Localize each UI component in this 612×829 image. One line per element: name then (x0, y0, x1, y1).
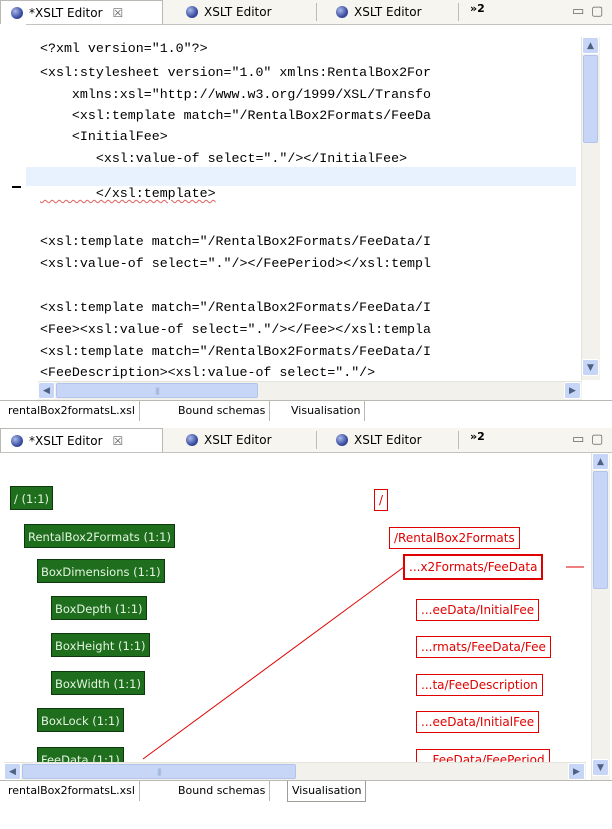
tab-xslt-editor-3[interactable]: XSLT Editor (326, 428, 422, 452)
xslt-template-feedata[interactable]: ...x2Formats/FeeData (403, 554, 544, 580)
tab-label: XSLT Editor (204, 5, 272, 19)
source-node-boxheight[interactable]: BoxHeight (1:1) (51, 633, 150, 657)
xslt-file-icon (11, 434, 23, 447)
xslt-template-root[interactable]: / (374, 489, 389, 511)
scroll-right-button[interactable]: ▶ (568, 763, 585, 780)
xslt-template-feedescription[interactable]: ...ta/FeeDescription (416, 674, 543, 696)
tab-label: XSLT Editor (354, 5, 422, 19)
code-line: <xsl:template match="/RentalBox2Formats/… (40, 234, 431, 249)
maximize-icon[interactable]: ▢ (591, 4, 603, 19)
tab-label: *XSLT Editor (29, 5, 103, 20)
source-node-rentalbox2formats[interactable]: RentalBox2Formats (1:1) (24, 524, 175, 548)
xslt-template-initialfee[interactable]: ...eeData/InitialFee (416, 599, 540, 621)
tab-label: *XSLT Editor (29, 433, 103, 448)
scroll-thumb[interactable]: ||| (22, 764, 296, 779)
scroll-thumb[interactable] (593, 471, 608, 589)
change-marker (12, 186, 21, 188)
code-line: <xsl:template match="/RentalBox2Formats/… (40, 344, 431, 359)
bottom-editor-panel: *XSLT Editor ☒ XSLT Editor XSLT Editor »… (0, 428, 612, 829)
code-line: <xsl:stylesheet version="1.0" xmlns:Rent… (40, 65, 431, 80)
vertical-scrollbar[interactable]: ▲ ▼ (591, 453, 610, 780)
mapping-link-feedata (142, 566, 405, 760)
code-line: </xsl:template> (40, 186, 216, 201)
tab-xslt-editor-dirty[interactable]: *XSLT Editor ☒ (0, 428, 163, 452)
scroll-thumb[interactable]: ||| (56, 383, 258, 398)
minimize-icon[interactable]: ▭ (572, 4, 584, 19)
scroll-right-button[interactable]: ▶ (564, 382, 581, 399)
close-icon[interactable]: ☒ (113, 434, 124, 448)
tab-visualisation[interactable]: Visualisation (287, 401, 366, 421)
tab-bound-schemas[interactable]: Bound schemas (174, 781, 271, 801)
scroll-down-button[interactable]: ▼ (582, 359, 599, 376)
tab-label: XSLT Editor (204, 433, 272, 447)
tab-divider (458, 431, 459, 449)
bottom-editor-page-tabs: rentalBox2formatsL.xsl Bound schemas Vis… (0, 780, 612, 803)
code-line: <xsl:template match="/RentalBox2Formats/… (40, 300, 431, 315)
scroll-up-button[interactable]: ▲ (582, 37, 599, 54)
xslt-file-icon (336, 6, 348, 18)
minimize-icon[interactable]: ▭ (572, 432, 584, 447)
scroll-thumb[interactable] (583, 55, 598, 143)
code-line: xmlns:xsl="http://www.w3.org/1999/XSL/Tr… (40, 87, 431, 102)
xslt-template-fee[interactable]: ...rmats/FeeData/Fee (416, 636, 551, 658)
tab-source[interactable]: rentalBox2formatsL.xsl (4, 401, 140, 421)
xslt-file-icon (186, 6, 198, 18)
tab-divider (316, 431, 317, 449)
code-line: <?xml version="1.0"?> (40, 41, 208, 56)
tab-overflow-button[interactable]: »2 (470, 430, 485, 443)
maximize-icon[interactable]: ▢ (591, 432, 603, 447)
top-editor-panel: *XSLT Editor ☒ XSLT Editor XSLT Editor »… (0, 0, 612, 425)
source-node-boxdepth[interactable]: BoxDepth (1:1) (51, 596, 147, 620)
code-line: <xsl:template match="/RentalBox2Formats/… (40, 108, 431, 123)
tab-source[interactable]: rentalBox2formatsL.xsl (4, 781, 140, 801)
tab-divider (458, 3, 459, 21)
source-node-boxdimensions[interactable]: BoxDimensions (1:1) (37, 559, 165, 583)
tab-xslt-editor-2[interactable]: XSLT Editor (176, 0, 272, 24)
xslt-template-initialfee-2[interactable]: ...eeData/InitialFee (416, 711, 540, 733)
tab-xslt-editor-3[interactable]: XSLT Editor (326, 0, 422, 24)
tab-xslt-editor-dirty[interactable]: *XSLT Editor ☒ (0, 0, 163, 24)
horizontal-scrollbar[interactable]: ◀ ||| ▶ (38, 381, 582, 400)
tab-label: XSLT Editor (354, 433, 422, 447)
scroll-down-button[interactable]: ▼ (592, 759, 609, 776)
xslt-file-icon (336, 434, 348, 446)
code-line: <Fee><xsl:value-of select="."/></Fee></x… (40, 322, 431, 337)
tab-bound-schemas[interactable]: Bound schemas (174, 401, 271, 421)
tab-divider (316, 3, 317, 21)
code-line: <InitialFee> (40, 129, 168, 144)
xslt-file-icon (11, 6, 23, 19)
horizontal-scrollbar[interactable]: ◀ ||| ▶ (4, 762, 586, 781)
xslt-template-rentalbox2formats[interactable]: /RentalBox2Formats (389, 527, 520, 549)
code-line: <xsl:value-of select="."/></FeePeriod></… (40, 256, 431, 271)
source-node-boxlock[interactable]: BoxLock (1:1) (37, 708, 124, 732)
visualisation-canvas[interactable]: / (1:1) RentalBox2Formats (1:1) BoxDimen… (0, 453, 594, 780)
code-line: <FeeDescription><xsl:value-of select="."… (40, 365, 376, 380)
code-line: <xsl:value-of select="."/></InitialFee> (40, 151, 408, 166)
xslt-file-icon (186, 434, 198, 446)
xslt-code-editor[interactable]: <?xml version="1.0"?> <xsl:stylesheet ve… (26, 37, 576, 380)
tab-xslt-editor-2[interactable]: XSLT Editor (176, 428, 272, 452)
bottom-editor-tabbar: *XSLT Editor ☒ XSLT Editor XSLT Editor »… (0, 428, 612, 453)
tab-visualisation[interactable]: Visualisation (287, 781, 367, 802)
top-editor-tabbar: *XSLT Editor ☒ XSLT Editor XSLT Editor »… (0, 0, 612, 25)
source-node-root[interactable]: / (1:1) (10, 486, 54, 510)
scroll-left-button[interactable]: ◀ (4, 763, 21, 780)
tab-overflow-button[interactable]: »2 (470, 2, 485, 15)
top-editor-page-tabs: rentalBox2formatsL.xsl Bound schemas Vis… (0, 400, 612, 423)
source-node-boxwidth[interactable]: BoxWidth (1:1) (51, 671, 145, 695)
scroll-left-button[interactable]: ◀ (38, 382, 55, 399)
editor-ruler (0, 24, 26, 380)
scroll-up-button[interactable]: ▲ (592, 453, 609, 470)
close-icon[interactable]: ☒ (113, 6, 124, 20)
vertical-scrollbar[interactable]: ▲ ▼ (581, 37, 600, 380)
